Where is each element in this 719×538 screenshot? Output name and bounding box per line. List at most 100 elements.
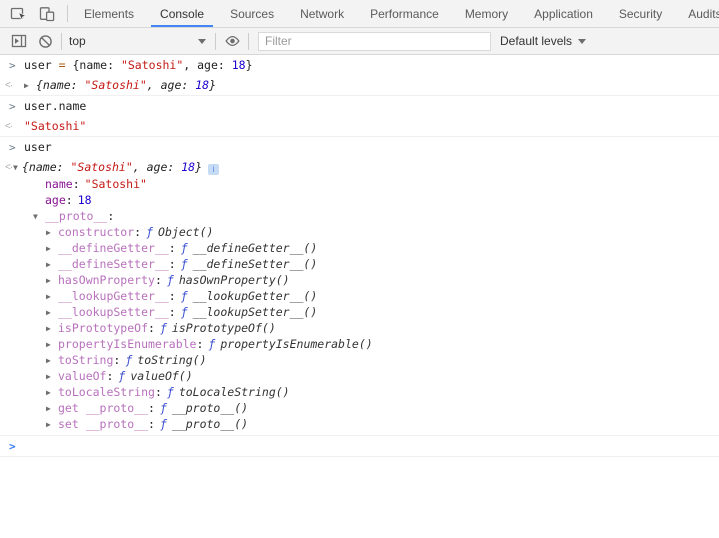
expand-triangle-icon[interactable]: ▶: [46, 274, 58, 287]
proto-method-row[interactable]: ▶constructor:ƒObject(): [0, 224, 719, 240]
expand-triangle-icon[interactable]: ▶: [46, 242, 58, 255]
result-arrow-icon: <·: [5, 120, 12, 133]
log-levels-dropdown[interactable]: Default levels: [500, 34, 586, 48]
property-name: __proto__: [45, 209, 107, 223]
function-signature: __lookupSetter__(): [193, 305, 318, 319]
collapse-triangle-icon[interactable]: ▼: [33, 210, 45, 223]
proto-method-row[interactable]: ▶toLocaleString:ƒtoLocaleString(): [0, 384, 719, 400]
clear-console-icon[interactable]: [32, 29, 58, 53]
code-number: 18: [232, 58, 246, 72]
property-name: __defineGetter__: [58, 241, 169, 255]
function-symbol: ƒ: [181, 241, 188, 255]
code-token: }: [246, 58, 253, 72]
inspect-element-icon[interactable]: [6, 2, 32, 26]
code-operator: =: [59, 58, 66, 72]
info-badge-icon[interactable]: i: [208, 164, 219, 175]
preview-token: }: [209, 78, 216, 92]
console-sidebar-icon[interactable]: [6, 29, 32, 53]
levels-label: Default levels: [500, 34, 572, 48]
expand-triangle-icon[interactable]: ▶: [46, 258, 58, 271]
console-prompt-row[interactable]: >: [0, 436, 719, 457]
colon: :: [169, 305, 176, 319]
toolbar-separator: [61, 33, 62, 50]
expand-triangle-icon[interactable]: ▶: [46, 226, 58, 239]
expand-triangle-icon[interactable]: ▶: [46, 386, 58, 399]
proto-method-row[interactable]: ▶valueOf:ƒvalueOf(): [0, 368, 719, 384]
object-header-row[interactable]: <· ▼{name: "Satoshi", age: 18}i: [0, 157, 719, 176]
eye-watch-icon[interactable]: [219, 29, 245, 53]
function-symbol: ƒ: [160, 321, 167, 335]
function-symbol: ƒ: [125, 353, 132, 367]
proto-method-row[interactable]: ▶__lookupGetter__:ƒ__lookupGetter__(): [0, 288, 719, 304]
tab-application[interactable]: Application: [521, 0, 606, 27]
code-string: "Satoshi": [121, 58, 183, 72]
colon: :: [107, 209, 114, 223]
expand-triangle-icon[interactable]: ▶: [46, 306, 58, 319]
property-name: get __proto__: [58, 401, 148, 415]
execution-context-selector[interactable]: top: [65, 31, 212, 51]
function-symbol: ƒ: [208, 337, 215, 351]
preview-number: 18: [181, 160, 195, 174]
proto-method-row[interactable]: ▶propertyIsEnumerable:ƒpropertyIsEnumera…: [0, 336, 719, 352]
tab-sources[interactable]: Sources: [217, 0, 287, 27]
proto-method-row[interactable]: ▶__lookupSetter__:ƒ__lookupSetter__(): [0, 304, 719, 320]
device-toolbar-icon[interactable]: [34, 2, 60, 26]
property-name: set __proto__: [58, 417, 148, 431]
proto-row[interactable]: ▼__proto__:: [0, 208, 719, 224]
function-symbol: ƒ: [160, 417, 167, 431]
expand-triangle-icon[interactable]: ▶: [46, 402, 58, 415]
collapse-triangle-icon[interactable]: ▼: [13, 161, 22, 174]
tab-network[interactable]: Network: [287, 0, 357, 27]
colon: :: [169, 241, 176, 255]
colon: :: [169, 257, 176, 271]
preview-token: }: [195, 160, 202, 174]
function-signature: hasOwnProperty(): [179, 273, 290, 287]
function-signature: valueOf(): [130, 369, 192, 383]
property-name: constructor: [58, 225, 134, 239]
tab-audits[interactable]: Audits: [675, 0, 719, 27]
expand-triangle-icon[interactable]: ▶: [24, 79, 36, 92]
function-signature: __proto__(): [172, 401, 248, 415]
property-name: __defineSetter__: [58, 257, 169, 271]
expand-triangle-icon[interactable]: ▶: [46, 370, 58, 383]
tab-console[interactable]: Console: [147, 0, 217, 27]
filter-input[interactable]: [258, 32, 491, 51]
property-name: propertyIsEnumerable: [58, 337, 196, 351]
proto-method-row[interactable]: ▶get __proto__:ƒ__proto__(): [0, 400, 719, 416]
devtools-tabbar: Elements Console Sources Network Perform…: [0, 0, 719, 28]
tab-elements[interactable]: Elements: [71, 0, 147, 27]
console-result-row: <· ▶{name: "Satoshi", age: 18}: [0, 75, 719, 96]
preview-token: {name:: [36, 78, 84, 92]
proto-method-row[interactable]: ▶hasOwnProperty:ƒhasOwnProperty(): [0, 272, 719, 288]
function-symbol: ƒ: [181, 257, 188, 271]
colon: :: [106, 369, 113, 383]
property-value: 18: [78, 193, 92, 207]
property-name: __lookupGetter__: [58, 289, 169, 303]
panel-tabs: Elements Console Sources Network Perform…: [71, 0, 719, 27]
toolbar-separator: [215, 33, 216, 50]
expand-triangle-icon[interactable]: ▶: [46, 290, 58, 303]
object-property-row: name:"Satoshi": [0, 176, 719, 192]
property-name: valueOf: [58, 369, 106, 383]
proto-method-row[interactable]: ▶__defineGetter__: ƒ __defineGetter__(): [0, 240, 719, 256]
colon: :: [148, 321, 155, 335]
expand-triangle-icon[interactable]: ▶: [46, 418, 58, 431]
active-prompt-icon: >: [9, 440, 16, 453]
proto-method-row[interactable]: ▶__defineSetter__:ƒ__defineSetter__(): [0, 256, 719, 272]
proto-method-row[interactable]: ▶toString:ƒtoString(): [0, 352, 719, 368]
expand-triangle-icon[interactable]: ▶: [46, 354, 58, 367]
expand-triangle-icon[interactable]: ▶: [46, 322, 58, 335]
tab-memory[interactable]: Memory: [452, 0, 521, 27]
console-input-row: > user = {name: "Satoshi", age: 18}: [0, 55, 719, 75]
console-input-row: > user.name: [0, 96, 719, 116]
proto-method-row[interactable]: ▶set __proto__:ƒ__proto__(): [0, 416, 719, 432]
function-signature: toString(): [137, 353, 206, 367]
tabbar-icons: [0, 0, 64, 27]
proto-method-row[interactable]: ▶isPrototypeOf:ƒisPrototypeOf(): [0, 320, 719, 336]
input-prompt-icon: >: [9, 141, 16, 154]
function-signature: __defineGetter__(): [193, 241, 318, 255]
tab-security[interactable]: Security: [606, 0, 675, 27]
tab-performance[interactable]: Performance: [357, 0, 452, 27]
expand-triangle-icon[interactable]: ▶: [46, 338, 58, 351]
colon: :: [73, 177, 80, 191]
